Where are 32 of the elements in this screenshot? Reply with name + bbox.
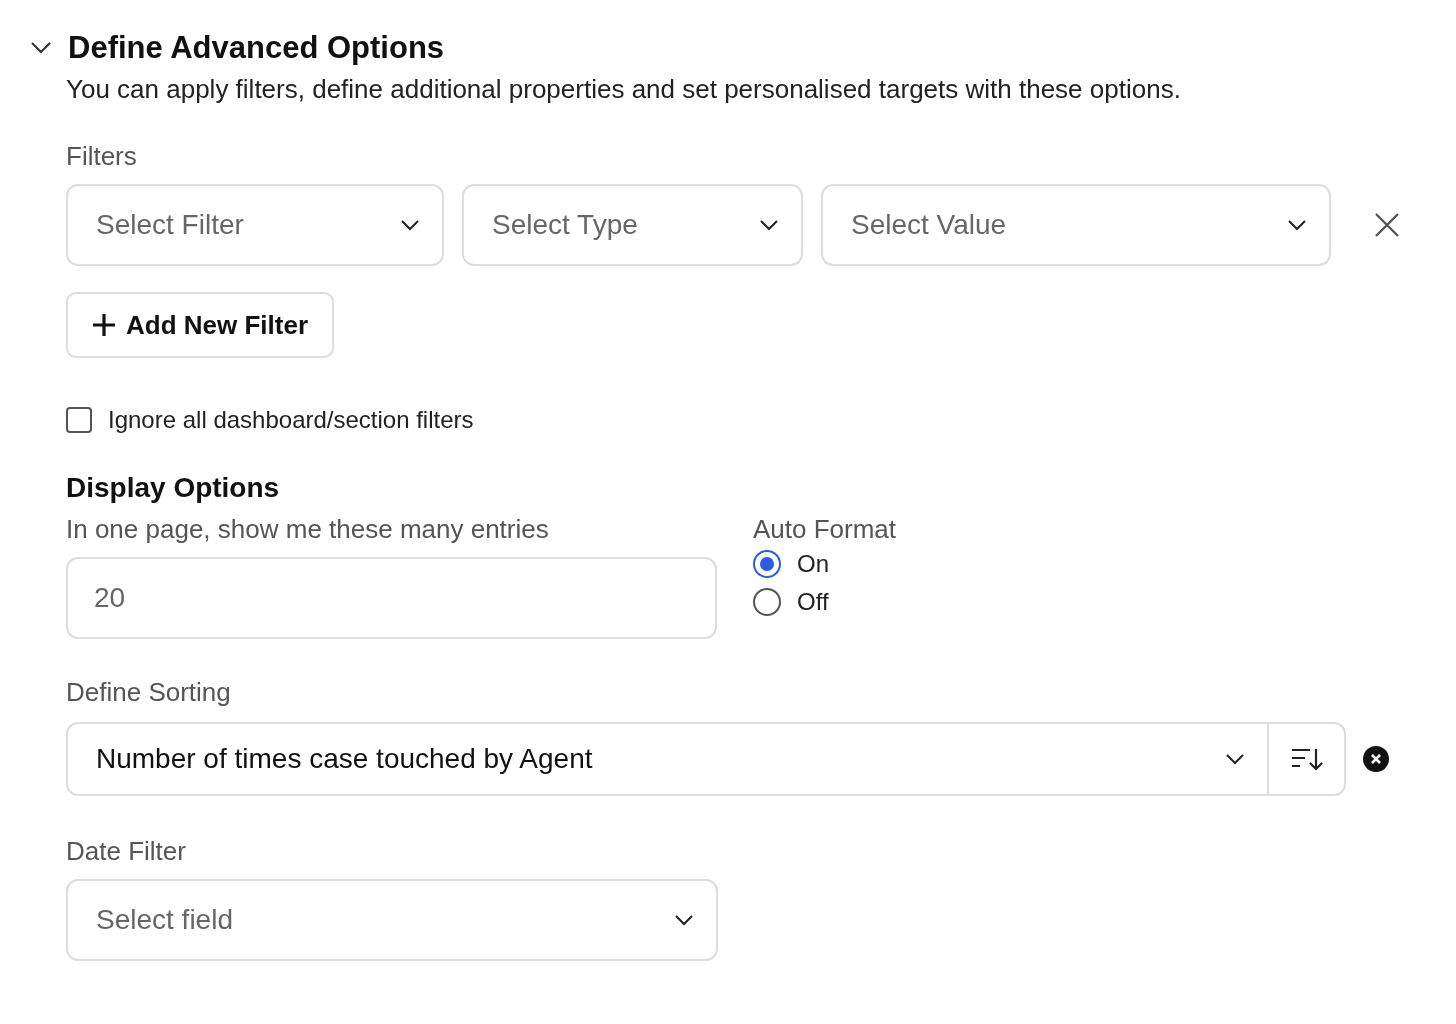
section-title: Define Advanced Options	[68, 30, 445, 66]
radio-label: On	[797, 550, 829, 578]
sort-descending-icon	[1290, 747, 1323, 771]
chevron-down-icon	[1225, 753, 1245, 765]
date-filter-label: Date Filter	[66, 836, 187, 867]
entries-input[interactable]: 20	[66, 557, 717, 639]
plus-icon	[92, 313, 116, 337]
clear-icon[interactable]	[1363, 746, 1389, 772]
section-description: You can apply filters, define additional properties and set personalised targets with these options.	[66, 74, 1182, 105]
checkbox-label: Ignore all dashboard/section filters	[108, 406, 474, 434]
entries-label: In one page, show me these many entries	[66, 514, 550, 545]
filter-dropdown[interactable]: Select Value	[821, 184, 1331, 266]
auto-format-label: Auto Format	[753, 514, 897, 545]
chevron-down-icon	[759, 219, 779, 231]
chevron-down-icon	[400, 219, 420, 231]
filter-dropdown[interactable]: Select Type	[462, 184, 803, 266]
filters-label: Filters	[66, 141, 138, 172]
chevron-icon[interactable]	[30, 41, 52, 55]
sorting-dropdown[interactable]: Number of times case touched by Agent	[66, 722, 1267, 796]
sorting-label: Define Sorting	[66, 677, 232, 708]
checkbox[interactable]	[66, 407, 92, 433]
chevron-down-icon	[674, 914, 694, 926]
display-options-title: Display Options	[66, 472, 281, 504]
date-field-dropdown[interactable]: Select field	[66, 879, 718, 961]
radio-label: Off	[797, 588, 829, 616]
radio-button[interactable]	[753, 550, 781, 578]
filter-dropdown[interactable]: Select Filter	[66, 184, 444, 266]
chevron-down-icon	[1287, 219, 1307, 231]
sort-direction-button[interactable]	[1267, 722, 1346, 796]
add-filter-button[interactable]: Add New Filter	[66, 292, 334, 358]
close-icon[interactable]	[1373, 211, 1401, 239]
radio-button[interactable]	[753, 588, 781, 616]
